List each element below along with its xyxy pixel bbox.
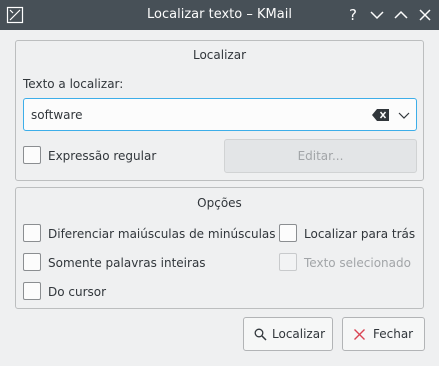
maximize-icon[interactable] [392,6,410,24]
find-button-label: Localizar [272,327,326,341]
edit-button[interactable]: Editar... [224,139,417,173]
find-backwards-checkbox[interactable] [279,224,297,242]
whole-words-checkbox[interactable] [23,253,41,271]
case-sensitive-checkbox[interactable] [23,224,41,242]
close-button[interactable]: Fechar [342,317,425,351]
close-button-label: Fechar [373,327,414,341]
from-cursor-label[interactable]: Do cursor [48,285,106,299]
chevron-down-icon[interactable] [398,110,410,120]
whole-words-label[interactable]: Somente palavras inteiras [48,256,206,270]
find-button[interactable]: Localizar [243,317,333,351]
search-label: Texto a localizar: [23,77,124,91]
from-cursor-checkbox[interactable] [23,282,41,300]
options-group-title: Opções [197,196,242,210]
regex-checkbox[interactable] [23,146,41,164]
selected-text-label[interactable]: Texto selecionado [304,256,411,270]
help-glyph: ? [349,6,357,24]
search-combo[interactable]: software [23,98,417,131]
regex-label[interactable]: Expressão regular [48,149,156,163]
search-icon [254,328,267,341]
find-backwards-label[interactable]: Localizar para trás [304,227,415,241]
selected-text-checkbox[interactable] [279,253,297,271]
title-bar: Localizar texto – KMail ? [0,0,439,30]
minimize-icon[interactable] [368,6,386,24]
help-icon[interactable]: ? [344,6,362,24]
find-group-title: Localizar [192,48,247,62]
search-input[interactable]: software [31,108,83,122]
clear-text-icon[interactable] [372,108,390,122]
case-sensitive-label[interactable]: Diferenciar maiúsculas de minúsculas [48,227,276,241]
close-icon[interactable] [416,6,434,24]
close-icon [354,329,365,340]
